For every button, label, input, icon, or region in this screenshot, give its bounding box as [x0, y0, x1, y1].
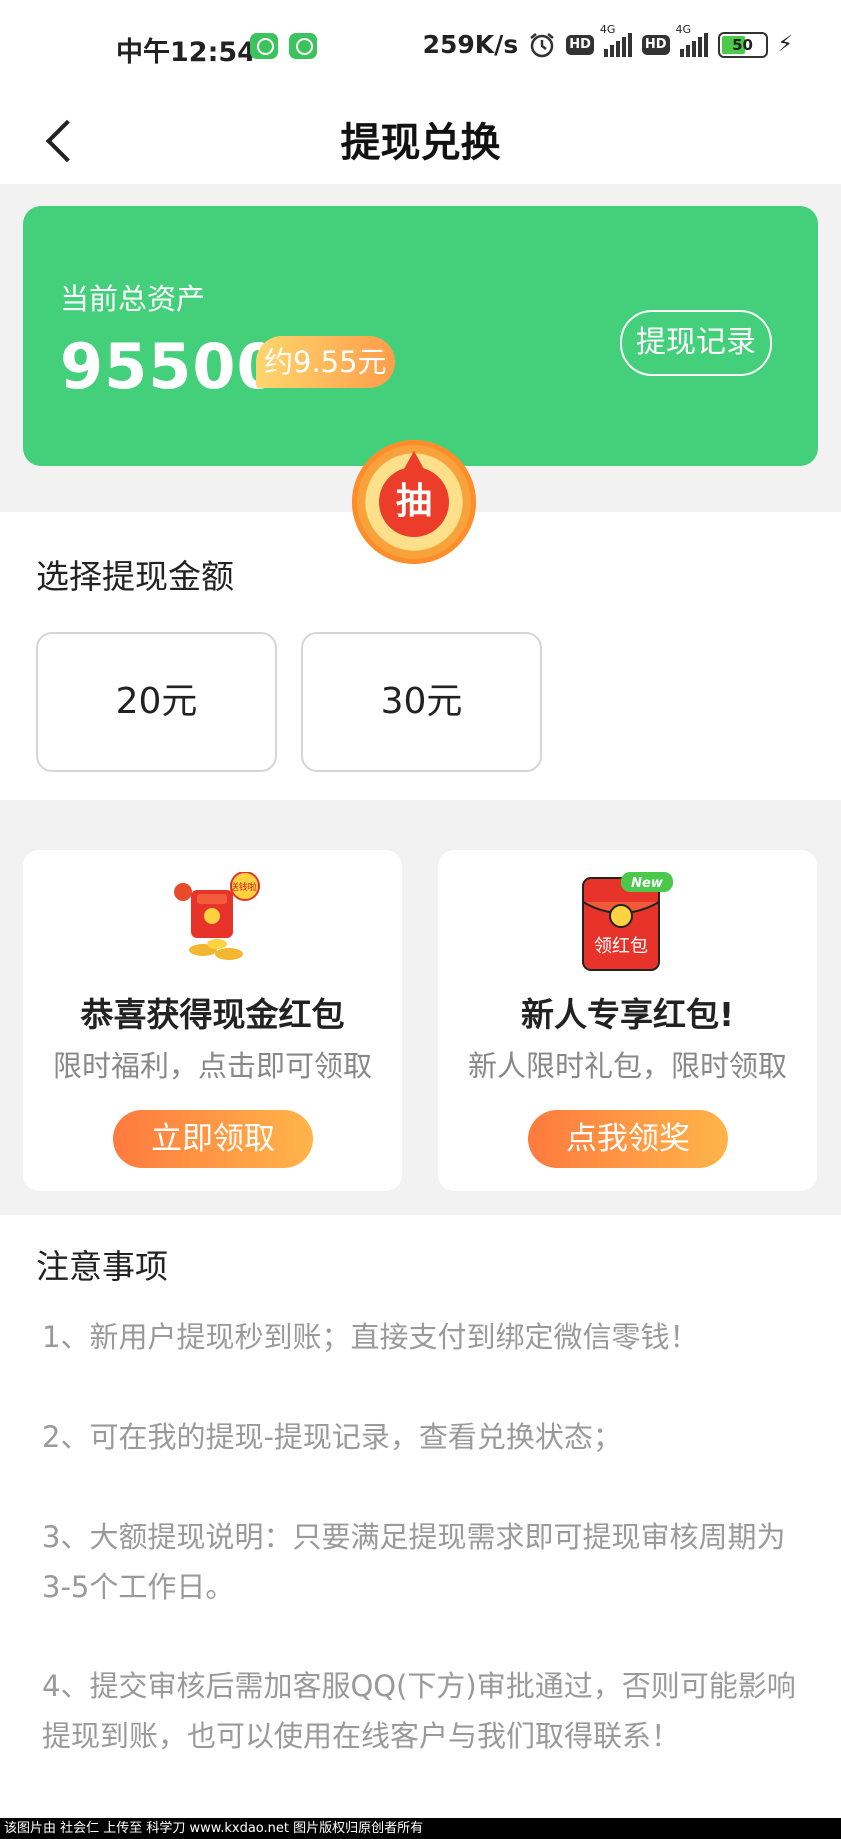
withdraw-record-button[interactable]: 提现记录: [620, 310, 772, 376]
amount-option-30[interactable]: 30元: [301, 632, 542, 772]
money-bag-icon: 送钱啦!: [174, 872, 261, 960]
note-item: 1、新用户提现秒到账；直接支付到绑定微信零钱！: [42, 1320, 699, 1354]
hd-icon: HD: [641, 34, 670, 55]
signal-icon: 4G: [600, 23, 632, 57]
money-bag-icon-text: 送钱啦!: [230, 881, 261, 893]
asset-approx-badge: 约9.55元: [256, 336, 395, 388]
title-bar: 提现兑换: [0, 96, 841, 184]
new-badge: New: [631, 876, 664, 891]
claim-prize-button[interactable]: 点我领奖: [528, 1110, 728, 1168]
reward-card-newcomer[interactable]: New 领红包 新人专享红包! 新人限时礼包，限时领取 点我领奖: [438, 850, 817, 1191]
note-item: 4、提交审核后需加客服QQ(下方)审批通过，否则可能影响提现到账，也可以使用在线…: [42, 1669, 796, 1753]
app-notification-icon: [289, 33, 317, 59]
notes-title: 注意事项: [36, 1247, 168, 1286]
battery-icon: 50: [717, 31, 768, 58]
note-item: 3、大额提现说明：只要满足提现需求即可提现审核周期为3-5个工作日。: [42, 1520, 786, 1604]
charging-icon: ⚡: [777, 32, 793, 57]
network-type-label: 4G: [599, 22, 616, 36]
network-speed: 259K/s: [422, 30, 519, 59]
reward-desc: 新人限时礼包，限时领取: [467, 1049, 787, 1083]
reward-card-cash[interactable]: 送钱啦! 恭喜获得现金红包 限时福利，点击即可领取 立即领取: [23, 850, 402, 1191]
network-type-label: 4G: [675, 22, 692, 36]
asset-value: 95500: [60, 330, 281, 403]
asset-label: 当前总资产: [60, 282, 206, 316]
amount-section-title: 选择提现金额: [36, 557, 234, 596]
app-notification-icon: [250, 33, 278, 59]
reward-desc: 限时福利，点击即可领取: [52, 1049, 372, 1083]
signal-icon: 4G: [676, 23, 708, 57]
status-indicators: 259K/s HD 4G HD 4G 50 ⚡: [422, 23, 793, 60]
status-bar: 中午12:54 259K/s HD 4G HD 4G 50 ⚡: [0, 0, 841, 96]
battery-level: 50: [732, 35, 753, 54]
footer-watermark: 该图片由 社会仁 上传至 科学刀 www.kxdao.net 图片版权归原创者所…: [0, 1818, 841, 1839]
reward-title: 恭喜获得现金红包: [80, 995, 345, 1034]
reward-title: 新人专享红包!: [520, 995, 735, 1034]
lottery-label: 抽: [379, 451, 449, 537]
hd-icon: HD: [566, 34, 594, 55]
asset-card: 当前总资产 95500 约9.55元 提现记录: [23, 206, 818, 466]
red-packet-icon-text: 领红包: [594, 936, 648, 957]
lottery-button[interactable]: 抽: [352, 440, 476, 564]
note-item: 2、可在我的提现-提现记录，查看兑换状态；: [42, 1420, 622, 1454]
red-packet-icon: New 领红包: [582, 872, 673, 971]
alarm-icon: [530, 32, 554, 57]
status-time: 中午12:54: [116, 37, 256, 68]
claim-now-button[interactable]: 立即领取: [113, 1110, 313, 1168]
page-title: 提现兑换: [340, 120, 501, 166]
amount-option-20[interactable]: 20元: [36, 632, 277, 772]
